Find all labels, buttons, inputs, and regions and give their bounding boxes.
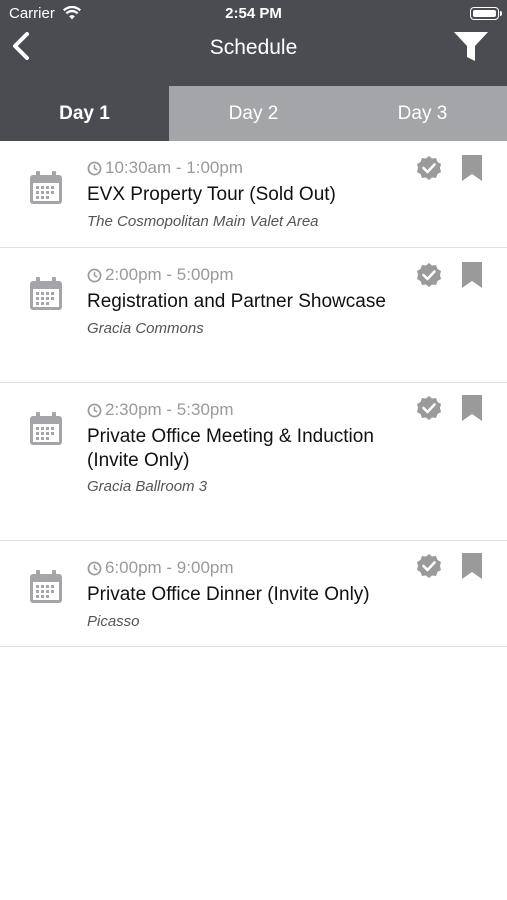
attend-check-icon[interactable] — [416, 395, 442, 421]
tab-day-2[interactable]: Day 2 — [169, 86, 338, 141]
event-row[interactable]: 10:30am - 1:00pm EVX Property Tour (Sold… — [0, 141, 507, 248]
event-location: The Cosmopolitan Main Valet Area — [87, 213, 319, 230]
status-bar: Carrier 2:54 PM — [0, 0, 507, 28]
tab-day-3[interactable]: Day 3 — [338, 86, 507, 141]
calendar-icon — [30, 570, 62, 603]
tab-day-1[interactable]: Day 1 — [0, 86, 169, 141]
clock-icon — [87, 561, 102, 575]
event-title: EVX Property Tour (Sold Out) — [87, 184, 336, 205]
event-location: Gracia Ballroom 3 — [87, 478, 208, 495]
nav-header: Carrier 2:54 PM Schedule — [0, 0, 507, 86]
bookmark-icon[interactable] — [461, 155, 483, 181]
event-row[interactable]: 6:00pm - 9:00pm Private Office Dinner (I… — [0, 541, 507, 647]
battery-icon — [470, 7, 502, 20]
event-time-text: 6:00pm - 9:00pm — [105, 558, 234, 577]
event-title: Registration and Partner Showcase — [87, 291, 386, 312]
clock-icon — [87, 268, 102, 282]
attend-check-icon[interactable] — [416, 155, 442, 181]
bookmark-icon[interactable] — [461, 395, 483, 421]
bookmark-icon[interactable] — [461, 553, 483, 579]
event-row[interactable]: 2:00pm - 5:00pm Registration and Partner… — [0, 248, 507, 383]
calendar-icon — [30, 277, 62, 310]
page-title: Schedule — [209, 36, 298, 59]
filter-icon[interactable] — [453, 31, 489, 63]
event-time-text: 2:30pm - 5:30pm — [105, 400, 234, 419]
event-location: Gracia Commons — [87, 320, 204, 337]
event-time: 6:00pm - 9:00pm — [87, 558, 234, 578]
clock-icon — [87, 403, 102, 417]
event-time: 10:30am - 1:00pm — [87, 158, 243, 178]
attend-check-icon[interactable] — [416, 553, 442, 579]
day-tabs: Day 1 Day 2 Day 3 — [0, 86, 507, 141]
clock-icon — [87, 161, 102, 175]
clock-time: 2:54 PM — [225, 5, 282, 22]
event-row[interactable]: 2:30pm - 5:30pm Private Office Meeting &… — [0, 383, 507, 541]
event-list: 10:30am - 1:00pm EVX Property Tour (Sold… — [0, 141, 507, 647]
event-time-text: 2:00pm - 5:00pm — [105, 265, 234, 284]
attend-check-icon[interactable] — [416, 262, 442, 288]
event-time: 2:30pm - 5:30pm — [87, 400, 234, 420]
calendar-icon — [30, 412, 62, 445]
event-time-text: 10:30am - 1:00pm — [105, 158, 243, 177]
bookmark-icon[interactable] — [461, 262, 483, 288]
event-title: Private Office Meeting & Induction (Invi… — [87, 426, 374, 471]
event-time: 2:00pm - 5:00pm — [87, 265, 234, 285]
calendar-icon — [30, 171, 62, 204]
event-title: Private Office Dinner (Invite Only) — [87, 584, 370, 605]
event-location: Picasso — [87, 613, 140, 630]
